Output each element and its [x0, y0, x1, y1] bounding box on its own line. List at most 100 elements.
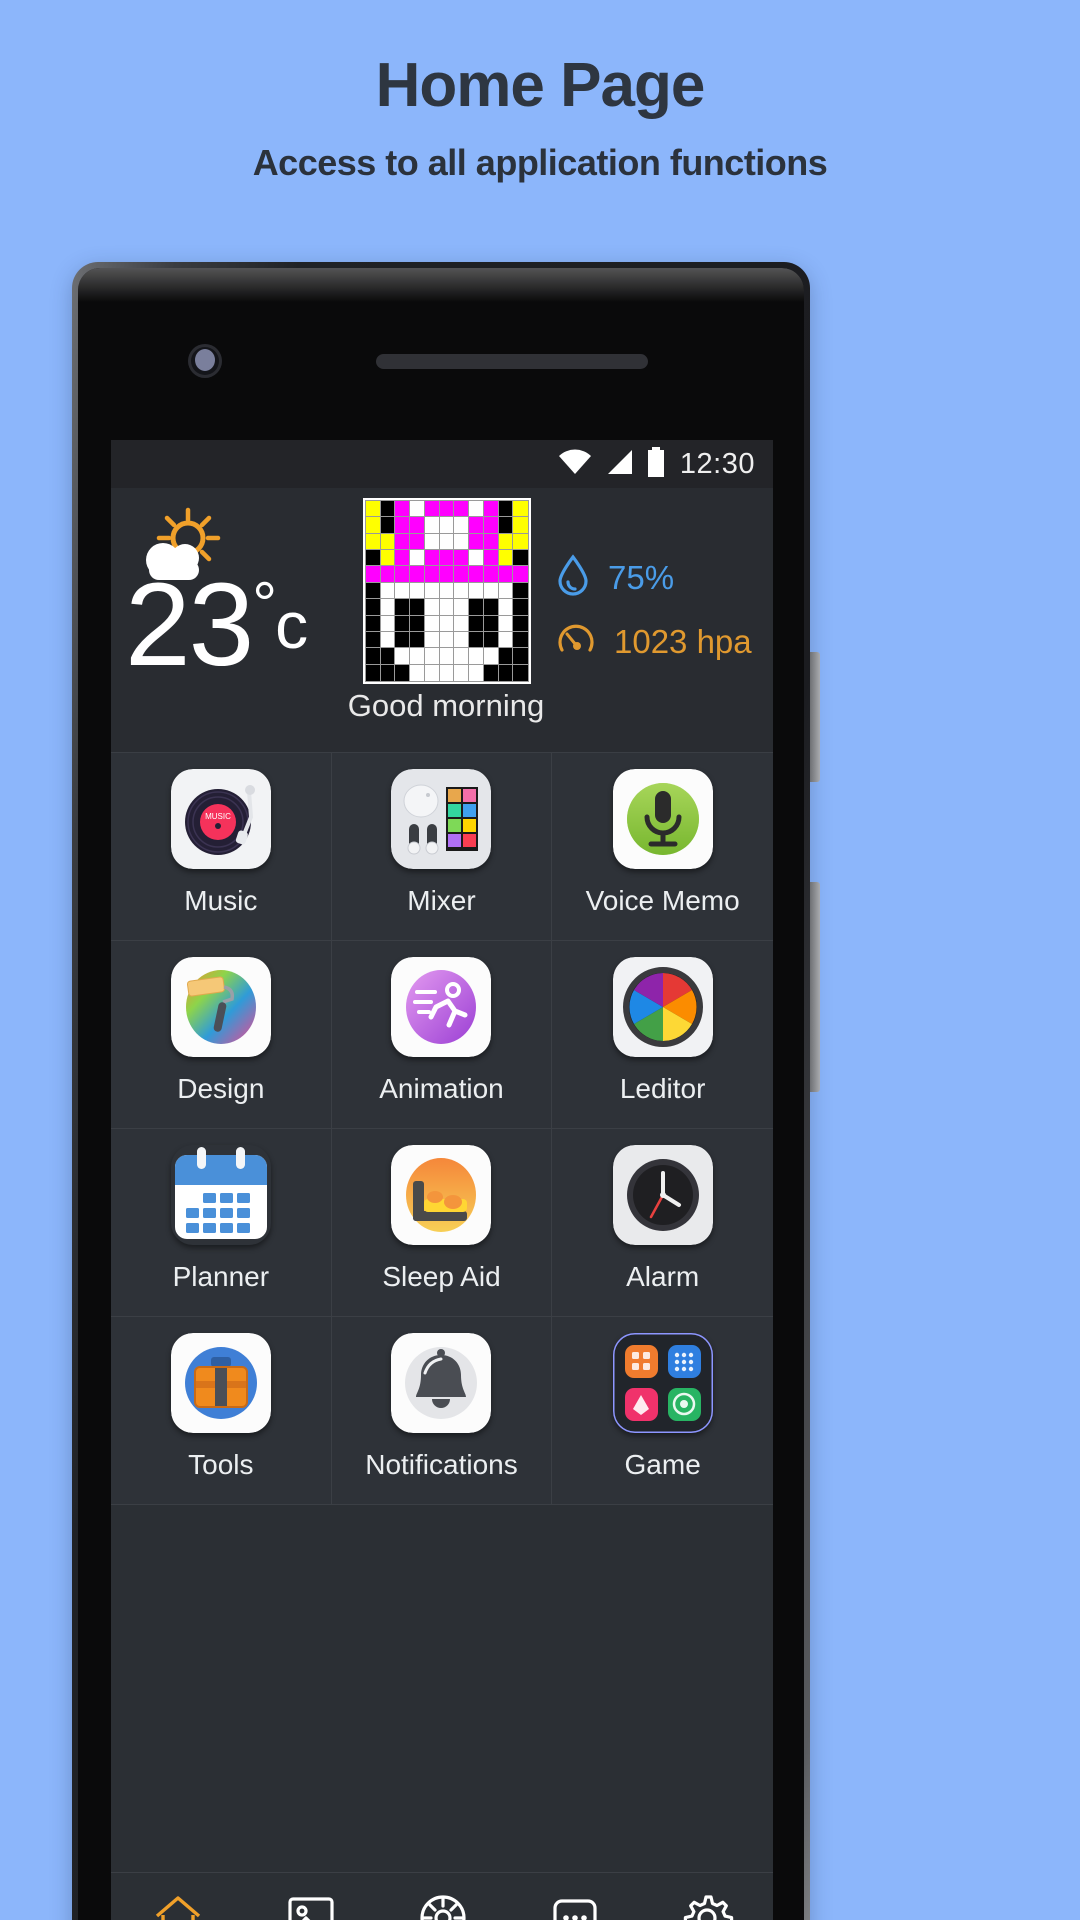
- pixel-cell-10-4: [423, 663, 441, 683]
- paint-roller-icon[interactable]: [170, 957, 271, 1057]
- pixel-cell-2-0: [365, 532, 382, 552]
- pixel-cell-7-3: [409, 614, 426, 633]
- pixel-cell-5-9: [497, 581, 515, 601]
- mixer-board-icon[interactable]: [391, 769, 492, 869]
- color-wheel-icon[interactable]: [612, 957, 713, 1057]
- pixel-cell-2-6: [453, 532, 471, 552]
- pixel-cell-3-5: [438, 549, 456, 568]
- game-folder-icon[interactable]: [612, 1333, 713, 1433]
- app-cell-music[interactable]: MUSIC Music: [111, 753, 332, 941]
- pixel-cell-5-8: [482, 581, 500, 601]
- app-cell-tools[interactable]: Tools: [111, 1317, 332, 1505]
- pixel-cell-3-9: [497, 549, 515, 568]
- pixel-cell-4-2: [394, 565, 412, 584]
- pixel-cell-5-0: [365, 581, 382, 601]
- pixel-cell-8-9: [497, 630, 515, 650]
- app-grid: MUSIC Music Mixer Voice Memo Design Anim…: [111, 753, 773, 1505]
- pixel-cell-1-2: [394, 516, 412, 535]
- app-label: Game: [624, 1449, 701, 1480]
- phone-body: 12:30 23 ° c Good morning 75% 1023 hpa M…: [78, 268, 804, 1920]
- pixel-cell-8-2: [394, 630, 412, 650]
- pixel-cell-3-7: [468, 549, 485, 568]
- app-cell-notifications[interactable]: Notifications: [331, 1317, 553, 1505]
- app-cell-design[interactable]: Design: [111, 941, 332, 1129]
- pixel-cell-9-1: [379, 647, 397, 666]
- degree-symbol: °: [252, 570, 277, 639]
- pixel-cell-4-10: [512, 565, 529, 584]
- pixel-cell-1-7: [468, 516, 485, 535]
- pixel-cell-1-5: [438, 516, 456, 535]
- pixel-cell-9-3: [409, 647, 426, 666]
- phone-mockup: 12:30 23 ° c Good morning 75% 1023 hpa M…: [72, 262, 820, 1920]
- app-label: Alarm: [626, 1261, 700, 1292]
- pixel-cell-4-3: [409, 565, 426, 584]
- pixel-cell-3-10: [512, 549, 529, 568]
- pixel-cell-9-7: [468, 647, 485, 666]
- pixel-cell-10-10: [512, 663, 529, 683]
- app-cell-game[interactable]: Game: [552, 1317, 773, 1505]
- pixel-cell-8-3: [409, 630, 426, 650]
- bed-icon[interactable]: [391, 1145, 492, 1245]
- pixel-cell-9-0: [365, 647, 382, 666]
- nav-item-home[interactable]: [149, 1889, 207, 1920]
- pixel-cell-7-1: [379, 614, 397, 633]
- pixel-cell-7-4: [423, 614, 441, 633]
- pixel-cell-0-0: [365, 499, 382, 519]
- turntable-icon[interactable]: MUSIC: [170, 769, 271, 869]
- pixel-art-avatar[interactable]: [363, 498, 531, 684]
- pixel-cell-6-6: [453, 598, 471, 617]
- pixel-cell-6-2: [394, 598, 412, 617]
- pixel-cell-7-7: [468, 614, 485, 633]
- pixel-cell-10-1: [379, 663, 397, 683]
- pixel-cell-4-8: [482, 565, 500, 584]
- page-subtitle: Access to all application functions: [252, 142, 828, 184]
- power-button[interactable]: [810, 882, 820, 1092]
- battery-icon: [646, 446, 666, 482]
- app-cell-mixer[interactable]: Mixer: [331, 753, 553, 941]
- pixel-cell-2-1: [379, 532, 397, 552]
- app-cell-alarm[interactable]: Alarm: [552, 1129, 773, 1317]
- pixel-cell-1-0: [365, 516, 382, 535]
- volume-button[interactable]: [810, 652, 820, 782]
- pixel-cell-7-2: [394, 614, 412, 633]
- microphone-icon[interactable]: [612, 769, 713, 869]
- pixel-cell-5-6: [453, 581, 471, 601]
- app-cell-animation[interactable]: Animation: [331, 941, 553, 1129]
- status-icons: [558, 446, 666, 482]
- bell-icon[interactable]: [391, 1333, 492, 1433]
- temperature-display: 23 ° c: [125, 566, 308, 684]
- pressure-value: 1023 hpa: [614, 622, 752, 660]
- pixel-cell-8-5: [438, 630, 456, 650]
- pixel-cell-10-6: [453, 663, 471, 683]
- temperature-unit: c: [275, 588, 308, 662]
- pixel-cell-0-3: [409, 499, 426, 519]
- clock-icon[interactable]: [612, 1145, 713, 1245]
- pixel-cell-10-0: [365, 663, 382, 683]
- pixel-cell-1-6: [453, 516, 471, 535]
- nav-item-settings[interactable]: [679, 1890, 735, 1920]
- pixel-cell-2-9: [497, 532, 515, 552]
- pixel-cell-7-9: [497, 614, 515, 633]
- pixel-cell-7-6: [453, 614, 471, 633]
- pixel-cell-2-10: [512, 532, 529, 552]
- nav-item-gallery[interactable]: [284, 1891, 338, 1920]
- app-cell-planner[interactable]: Planner: [111, 1129, 332, 1317]
- pixel-cell-1-4: [423, 516, 441, 535]
- pixel-cell-0-4: [423, 499, 441, 519]
- app-cell-sleep-aid[interactable]: Sleep Aid: [331, 1129, 553, 1317]
- nav-item-display[interactable]: [415, 1890, 471, 1920]
- app-cell-voice-memo[interactable]: Voice Memo: [552, 753, 773, 941]
- pixel-cell-2-4: [423, 532, 441, 552]
- app-label: Music: [184, 885, 258, 916]
- running-person-icon[interactable]: [391, 957, 492, 1057]
- pixel-cell-8-8: [482, 630, 500, 650]
- page-title: Home Page: [375, 51, 706, 120]
- weather-widget[interactable]: 23 ° c Good morning 75% 1023 hpa: [111, 488, 773, 753]
- pixel-cell-10-7: [468, 663, 485, 683]
- pixel-cell-10-5: [438, 663, 456, 683]
- app-cell-leditor[interactable]: Leditor: [552, 941, 773, 1129]
- calendar-icon[interactable]: [171, 1145, 271, 1245]
- pixel-cell-6-5: [438, 598, 456, 617]
- nav-item-more[interactable]: [548, 1891, 602, 1920]
- toolbox-icon[interactable]: [170, 1333, 271, 1433]
